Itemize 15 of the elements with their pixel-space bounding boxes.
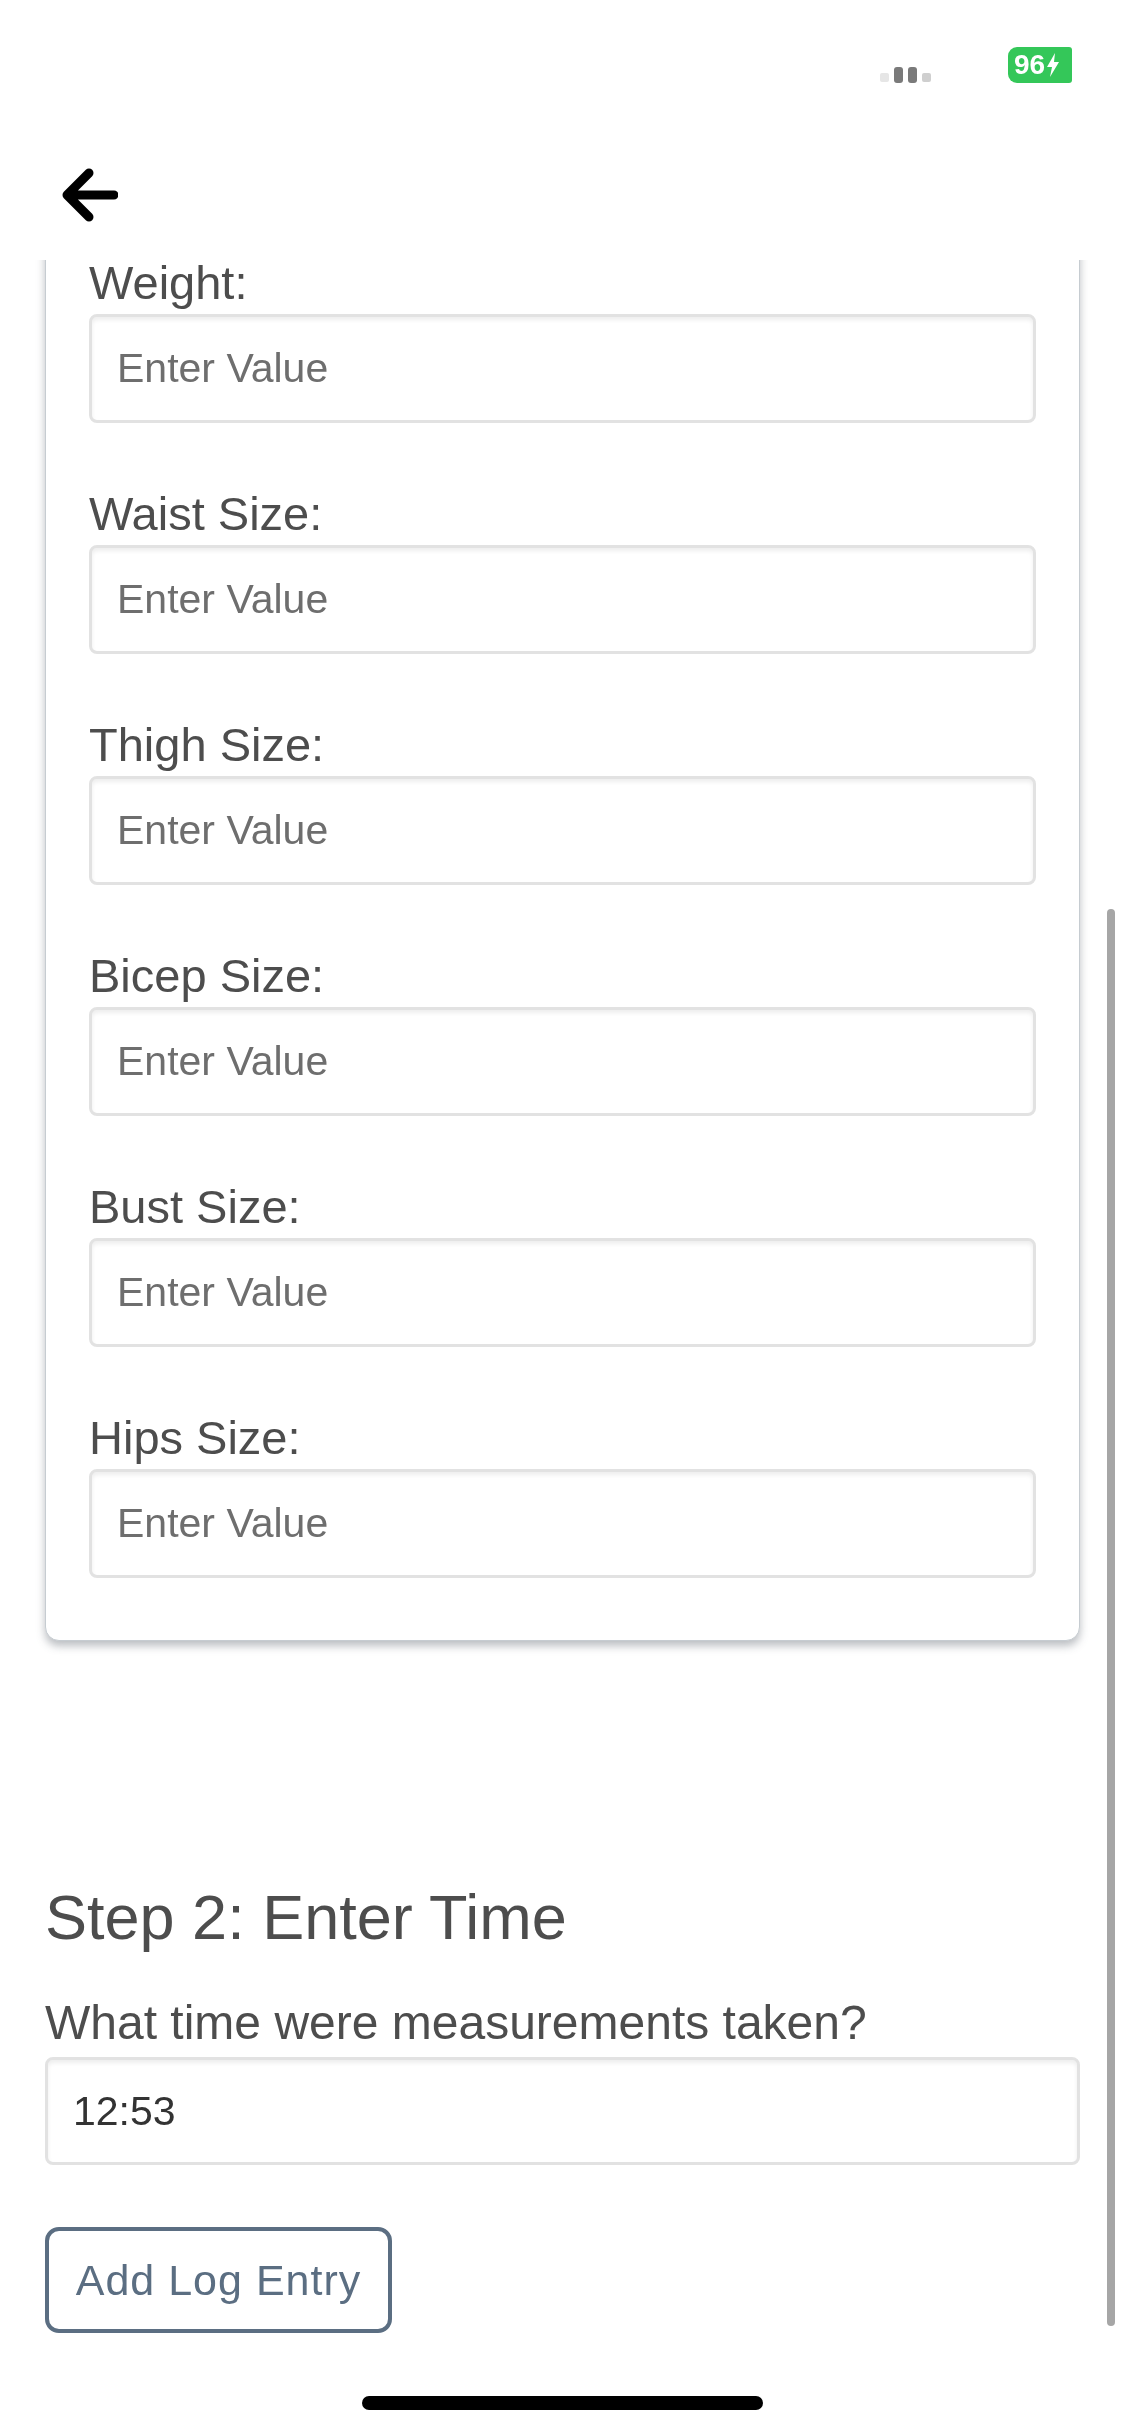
input-field[interactable]: Enter Value	[89, 1007, 1036, 1116]
input-field[interactable]: Enter Value	[89, 1469, 1036, 1578]
field-label: Bust Size:	[89, 1184, 301, 1230]
step-heading: Step 2: Enter Time	[45, 1881, 567, 1953]
field-label: Waist Size:	[89, 491, 323, 537]
input-field[interactable]: Enter Value	[89, 1238, 1036, 1347]
back-arrow-icon[interactable]	[62, 168, 118, 222]
time-field[interactable]: 12:53	[45, 2057, 1080, 2165]
add-log-entry-button[interactable]: Add Log Entry	[45, 2227, 392, 2333]
signal-icon	[880, 65, 932, 83]
input-field[interactable]: Enter Value	[89, 314, 1036, 423]
input-field[interactable]: Enter Value	[89, 545, 1036, 654]
field-label: What time were measurements taken?	[45, 1997, 867, 2049]
input-field[interactable]: Enter Value	[89, 776, 1036, 885]
battery-level-text: 96	[1014, 48, 1046, 82]
